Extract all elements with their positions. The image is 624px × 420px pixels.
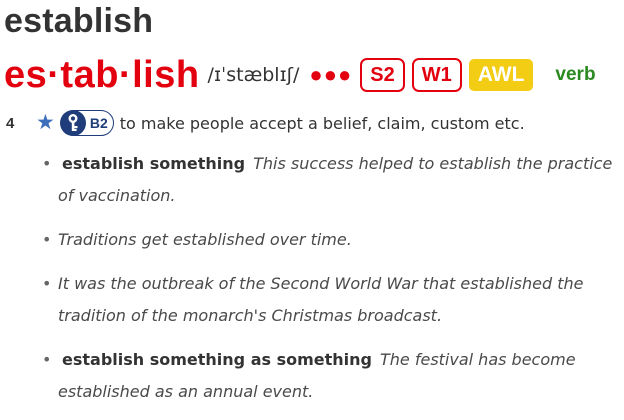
- part-of-speech: verb: [555, 64, 596, 85]
- example-item: It was the outbreak of the Second World …: [40, 268, 620, 332]
- headword-line: es·tab·lish /ɪˈstæblɪʃ/ ●●● S2 W1 AWL ve…: [4, 52, 596, 98]
- level-badge: B2: [59, 110, 114, 136]
- examples-list: establish somethingThis success helped t…: [40, 148, 620, 420]
- example-text: It was the outbreak of the Second World …: [58, 274, 584, 325]
- definition: to make people accept a belief, claim, c…: [119, 113, 525, 133]
- grammar-pattern: establish something: [62, 154, 246, 173]
- star-icon: ★: [36, 111, 55, 134]
- example-item: Traditions get established over time.: [40, 224, 620, 256]
- awl-badge: AWL: [468, 59, 534, 91]
- example-item: establish something as somethingThe fest…: [40, 344, 620, 408]
- grammar-pattern: establish something as something: [62, 350, 372, 369]
- example-item: establish somethingThis success helped t…: [40, 148, 620, 212]
- example-text: Traditions get established over time.: [58, 230, 352, 249]
- hyphenated-headword: es·tab·lish: [4, 53, 200, 96]
- sense-number: 4: [6, 114, 15, 132]
- frequency-dots: ●●●: [309, 62, 353, 87]
- spoken-frequency-badge: S2: [360, 58, 405, 92]
- level-label: B2: [89, 115, 108, 131]
- sense-row: 4 ★ B2 to make people accept a belief, c…: [6, 110, 525, 136]
- pronunciation: /ɪˈstæblɪʃ/: [207, 64, 300, 86]
- written-frequency-badge: W1: [411, 58, 462, 92]
- page-title: establish: [4, 2, 154, 40]
- key-icon: [59, 110, 86, 136]
